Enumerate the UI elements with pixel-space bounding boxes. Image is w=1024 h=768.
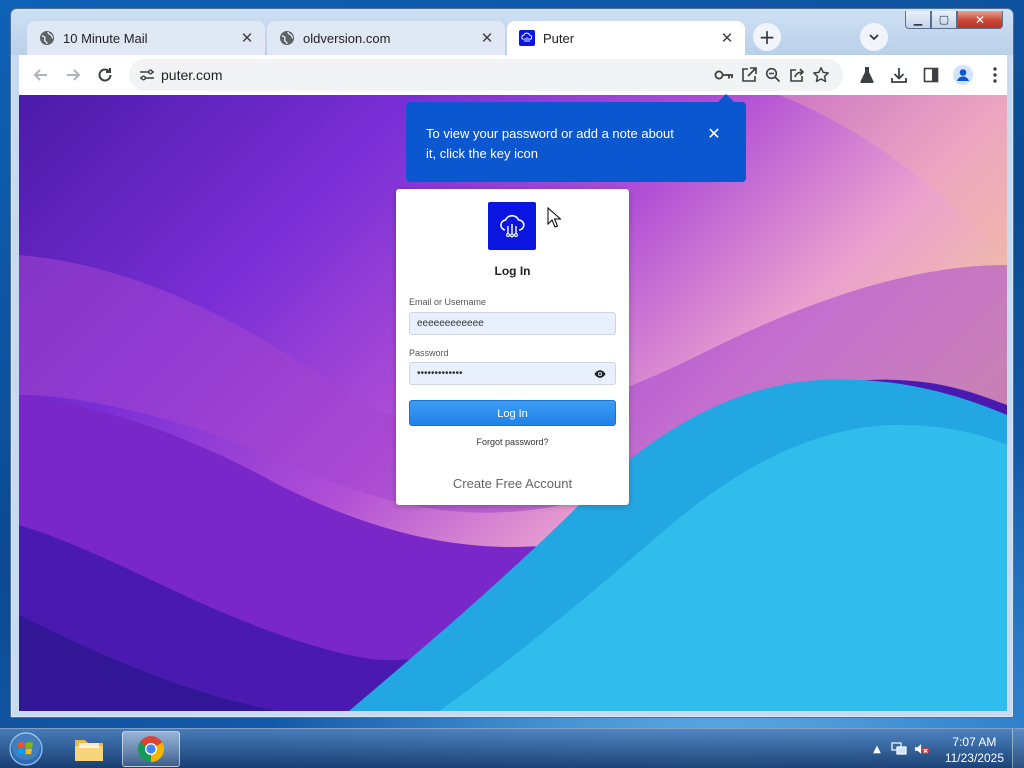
login-card: Log In Email or Username eeeeeeeeeeee Pa…: [396, 189, 629, 505]
open-external-icon: [742, 67, 757, 82]
email-field[interactable]: eeeeeeeeeeee: [409, 312, 616, 335]
labs-button[interactable]: [855, 63, 879, 87]
email-label: Email or Username: [409, 297, 487, 307]
browser-toolbar: puter.com: [19, 55, 1007, 95]
password-field[interactable]: •••••••••••••: [409, 362, 616, 385]
chrome-icon: [138, 736, 165, 763]
close-icon[interactable]: ✕: [719, 29, 735, 47]
password-label: Password: [409, 348, 449, 358]
tab-search-button[interactable]: [860, 23, 888, 51]
mouse-cursor-icon: [547, 207, 561, 228]
url-text: puter.com: [161, 67, 223, 83]
tab-puter[interactable]: Puter ✕: [507, 21, 745, 55]
window-controls: ▁ ▢ ✕: [905, 11, 1003, 29]
login-title: Log In: [494, 264, 531, 278]
avatar-icon: [953, 65, 973, 85]
tab-title: oldversion.com: [303, 30, 391, 46]
globe-icon: [40, 31, 54, 45]
create-account-link[interactable]: Create Free Account: [396, 476, 629, 491]
arrow-left-icon: [33, 69, 47, 81]
tab-10-minute-mail[interactable]: 10 Minute Mail ✕: [27, 21, 265, 55]
plus-icon: +: [758, 25, 776, 49]
password-key-button[interactable]: [714, 65, 734, 85]
taskbar-chrome[interactable]: [122, 731, 180, 767]
downloads-button[interactable]: [887, 63, 911, 87]
tab-title: 10 Minute Mail: [63, 30, 148, 46]
close-icon: ✕: [974, 12, 986, 27]
puter-favicon: [519, 30, 535, 46]
folder-icon: [75, 740, 103, 761]
flask-icon: [860, 67, 874, 83]
close-icon[interactable]: ✕: [706, 124, 722, 143]
taskbar: ▲ 7:07 AM 11/23/2025: [0, 728, 1024, 768]
title-bar: ▁ ▢ ✕ 10 Minute Mail ✕ oldversion.com ✕ …: [11, 9, 1013, 55]
zoom-button[interactable]: [763, 65, 783, 85]
more-vertical-icon: [993, 67, 997, 83]
bookmark-button[interactable]: [811, 65, 831, 85]
start-button[interactable]: [6, 730, 46, 768]
show-hidden-icons-button[interactable]: ▲: [869, 741, 885, 757]
address-bar[interactable]: puter.com: [129, 59, 843, 91]
close-icon[interactable]: ✕: [239, 29, 255, 47]
taskbar-explorer[interactable]: [60, 731, 118, 767]
cloud-icon: [500, 214, 525, 238]
side-panel-button[interactable]: [919, 63, 943, 87]
arrow-right-icon: [67, 69, 81, 81]
back-button[interactable]: [29, 63, 53, 87]
globe-icon: [280, 31, 294, 45]
minimize-button[interactable]: ▁: [905, 11, 931, 29]
network-icon[interactable]: [891, 741, 907, 757]
tab-title: Puter: [543, 30, 575, 46]
browser-window: ▁ ▢ ✕ 10 Minute Mail ✕ oldversion.com ✕ …: [10, 8, 1014, 718]
share-button[interactable]: [787, 65, 807, 85]
bubble-text: To view your password or add a note abou…: [426, 126, 674, 161]
profile-button[interactable]: [951, 63, 975, 87]
tab-oldversion[interactable]: oldversion.com ✕: [267, 21, 505, 55]
side-panel-icon: [923, 67, 939, 83]
share-icon: [790, 68, 805, 82]
reload-button[interactable]: [93, 63, 117, 87]
forward-button[interactable]: [61, 63, 85, 87]
clock-time: 7:07 AM: [952, 735, 997, 749]
zoom-out-icon: [765, 67, 781, 83]
page-content: Log In Email or Username eeeeeeeeeeee Pa…: [19, 95, 1007, 711]
maximize-icon: ▢: [938, 13, 950, 26]
reload-icon: [98, 68, 112, 82]
star-icon: [813, 67, 829, 83]
show-desktop-button[interactable]: [1012, 729, 1024, 768]
close-window-button[interactable]: ✕: [957, 11, 1003, 29]
system-clock[interactable]: 7:07 AM 11/23/2025: [945, 734, 1004, 766]
download-icon: [891, 68, 907, 83]
menu-button[interactable]: [983, 63, 1007, 87]
clock-date: 11/23/2025: [944, 751, 1004, 765]
close-icon[interactable]: ✕: [479, 29, 495, 47]
password-info-bubble: To view your password or add a note abou…: [406, 102, 746, 182]
password-value: •••••••••••••: [417, 368, 463, 379]
maximize-button[interactable]: ▢: [931, 11, 957, 29]
eye-icon[interactable]: [594, 368, 606, 380]
site-settings-icon[interactable]: [139, 67, 155, 83]
key-icon: [714, 70, 733, 80]
open-in-app-button[interactable]: [739, 65, 759, 85]
login-button[interactable]: Log In: [409, 400, 616, 426]
forgot-password-link[interactable]: Forgot password?: [396, 437, 629, 447]
windows-logo-icon: [9, 732, 43, 766]
new-tab-button[interactable]: +: [753, 23, 781, 51]
chevron-down-icon: [869, 34, 879, 41]
volume-muted-icon[interactable]: [914, 741, 930, 757]
puter-logo: [488, 202, 536, 250]
email-value: eeeeeeeeeeee: [417, 318, 484, 329]
minimize-icon: ▁: [913, 13, 923, 26]
